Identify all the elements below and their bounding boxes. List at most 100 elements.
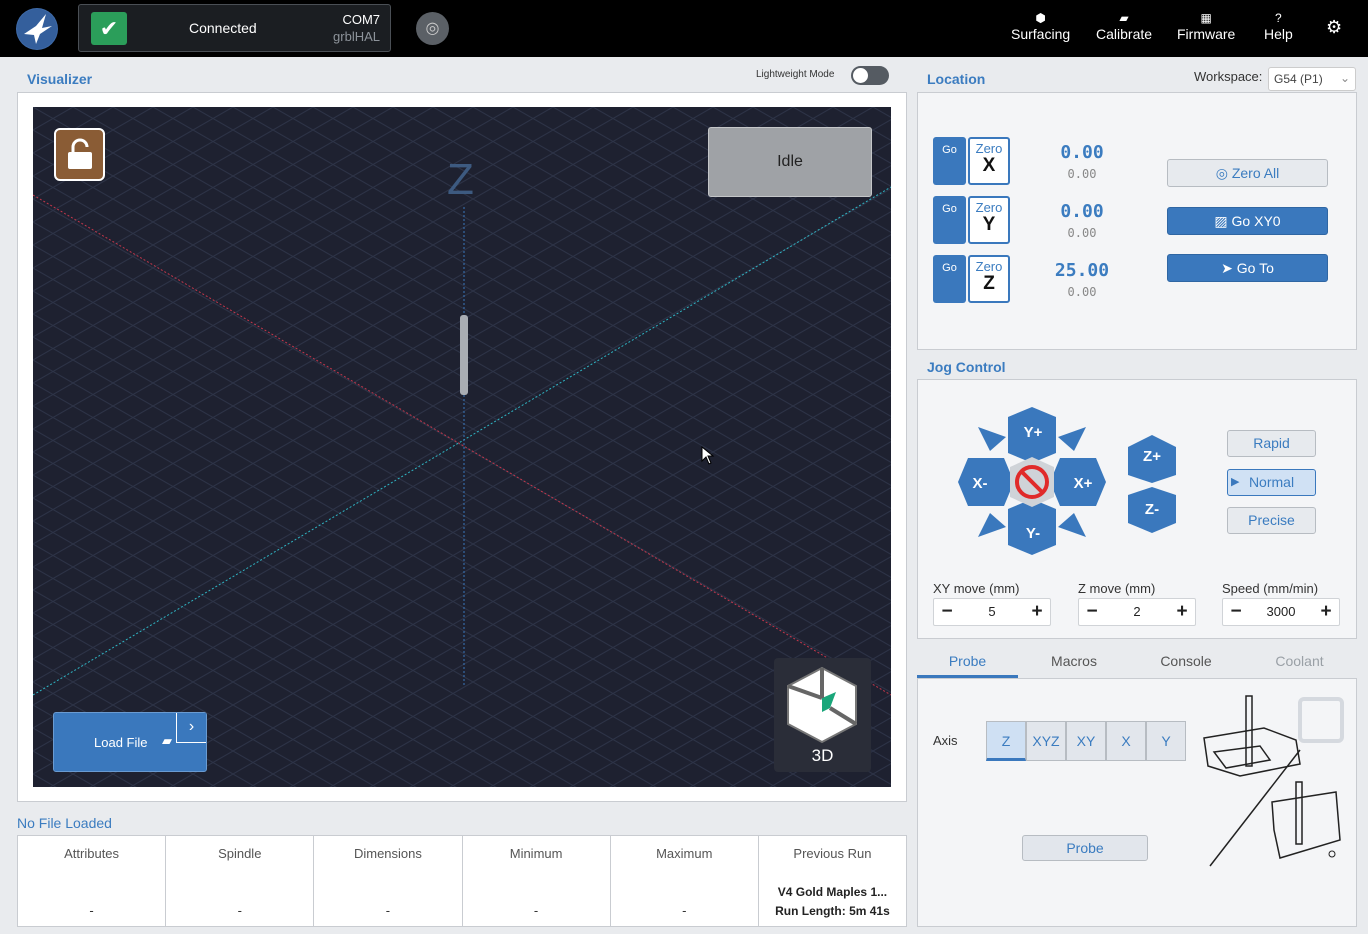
column-header: Maximum (656, 846, 713, 861)
axis-letter: Z (983, 273, 995, 294)
z-minus-label: Z- (1144, 501, 1160, 518)
location-title: Location (927, 71, 986, 87)
info-col-minimum: Minimum - (463, 836, 611, 926)
zero-all-button[interactable]: ◎ Zero All (1167, 159, 1328, 187)
x-machine-position: 0.00 (1067, 167, 1097, 181)
axis-z-button[interactable]: Z (986, 721, 1026, 761)
z-move-label: Z move (mm) (1078, 581, 1156, 596)
jog-diagonal-down-right-button[interactable] (1058, 513, 1086, 537)
zero-label: Zero (975, 200, 1003, 215)
tab-macros[interactable]: Macros (1018, 646, 1130, 678)
probe-button[interactable]: Probe (1022, 835, 1148, 861)
axis-xy-button[interactable]: XY (1066, 721, 1106, 761)
go-to-label: Go To (1236, 260, 1274, 276)
connection-widget[interactable]: ✔ Connected COM7 grblHAL (78, 4, 391, 52)
previous-run-name: V4 Gold Maples 1... (777, 885, 888, 899)
plus-icon[interactable]: + (1024, 599, 1050, 625)
go-x-button[interactable]: Go (933, 137, 966, 185)
zero-x-button[interactable]: Zero X (968, 137, 1010, 185)
minus-icon[interactable]: − (1223, 599, 1249, 625)
x-minus-label: X- (972, 475, 988, 492)
nav-surfacing[interactable]: ⬢ Surfacing (1011, 10, 1070, 42)
check-icon: ✔ (91, 12, 127, 45)
connection-status: Connected (189, 20, 257, 36)
tool-tabs: Probe Macros Console Coolant (917, 646, 1357, 678)
tab-console[interactable]: Console (1130, 646, 1242, 678)
column-header: Minimum (509, 846, 563, 861)
workspace-label: Workspace: (1194, 69, 1263, 84)
ruler-icon: ▰ (1119, 11, 1129, 25)
go-xy0-button[interactable]: ▨ Go XY0 (1167, 207, 1328, 235)
speed-label: Normal (1248, 474, 1295, 490)
info-col-dimensions: Dimensions - (314, 836, 463, 926)
jog-diagonal-down-left-button[interactable] (978, 513, 1006, 537)
fullscreen-icon[interactable] (1298, 697, 1344, 743)
go-y-button[interactable]: Go (933, 196, 966, 244)
plus-icon[interactable]: + (1169, 599, 1195, 625)
file-info-table: Attributes - Spindle - Dimensions - Minimum… (17, 835, 907, 927)
load-file-label: Load File (94, 735, 148, 750)
gear-icon[interactable]: ⚙ (1326, 17, 1342, 38)
tab-probe[interactable]: Probe (917, 646, 1018, 678)
surfacing-icon: ⬢ (1035, 11, 1046, 25)
lightweight-mode-toggle[interactable] (851, 66, 889, 85)
speed-precise-button[interactable]: Precise (1227, 507, 1316, 534)
xy-move-label: XY move (mm) (933, 581, 1020, 596)
z-machine-position: 0.00 (1067, 285, 1097, 299)
speed-label: Rapid (1253, 435, 1290, 451)
top-bar: ✔ Connected COM7 grblHAL ◎ ⬢ Surfacing ▰… (0, 0, 1368, 57)
visualizer-grid (33, 107, 891, 787)
workspace-select[interactable]: G54 (P1) ⌄ (1268, 67, 1356, 91)
chart-icon: ▨ (1214, 213, 1232, 229)
nav-help[interactable]: ? Help (1264, 10, 1293, 42)
nav-calibrate[interactable]: ▰ Calibrate (1096, 10, 1152, 42)
go-to-button[interactable]: ➤ Go To (1167, 254, 1328, 282)
lightweight-mode-label: Lightweight Mode (756, 69, 835, 80)
question-icon: ? (1275, 11, 1282, 25)
view-cube-button[interactable]: 3D (774, 658, 871, 772)
axis-x-button[interactable]: X (1106, 721, 1146, 761)
go-label: Go (942, 262, 957, 274)
zero-y-button[interactable]: Zero Y (968, 196, 1010, 244)
spindle-icon: ◎ (425, 20, 440, 37)
z-move-stepper: − 2 + (1078, 598, 1196, 626)
column-value: - (682, 903, 687, 918)
y-minus-label: Y- (1025, 525, 1041, 542)
nav-firmware[interactable]: ▦ Firmware (1177, 10, 1235, 42)
speed-stepper: − 3000 + (1222, 598, 1340, 626)
visualizer-title: Visualizer (27, 71, 93, 87)
chevron-right-icon[interactable]: › (176, 713, 206, 743)
tool-change-button[interactable]: ◎ (416, 12, 449, 45)
column-header: Dimensions (353, 846, 422, 861)
axis-y-button[interactable]: Y (1146, 721, 1186, 761)
y-machine-position: 0.00 (1067, 226, 1097, 240)
cube-icon (787, 666, 858, 744)
minus-icon[interactable]: − (1079, 599, 1105, 625)
x-plus-label: X+ (1073, 475, 1093, 492)
speed-rapid-button[interactable]: Rapid (1227, 430, 1316, 457)
view-cube-label: 3D (811, 746, 834, 765)
speed-normal-button[interactable]: ▶ Normal (1227, 469, 1316, 496)
z-move-input[interactable]: 2 (1105, 599, 1169, 625)
load-file-button[interactable]: Load File ▰ › (53, 712, 207, 772)
z-plus-label: Z+ (1143, 448, 1161, 465)
nav-label: Calibrate (1096, 26, 1153, 42)
speed-input[interactable]: 3000 (1249, 599, 1313, 625)
send-icon: ➤ (1221, 260, 1237, 276)
jog-diagonal-up-left-button[interactable] (978, 427, 1006, 451)
jog-diagonal-up-right-button[interactable] (1058, 427, 1086, 451)
axis-xyz-button[interactable]: XYZ (1026, 721, 1066, 761)
speed-label: Speed (mm/min) (1222, 581, 1319, 596)
axis-letter: Y (982, 214, 996, 235)
machine-state-badge: Idle (708, 127, 872, 197)
visualizer-canvas[interactable]: Z (33, 107, 891, 787)
x-work-position: 0.00 (1060, 142, 1104, 163)
zero-z-button[interactable]: Zero Z (968, 255, 1010, 303)
tab-coolant[interactable]: Coolant (1242, 646, 1357, 678)
minus-icon[interactable]: − (934, 599, 960, 625)
lock-button[interactable] (54, 128, 105, 181)
plus-icon[interactable]: + (1313, 599, 1339, 625)
go-z-button[interactable]: Go (933, 255, 966, 303)
xy-move-input[interactable]: 5 (960, 599, 1024, 625)
go-label: Go (942, 203, 957, 215)
